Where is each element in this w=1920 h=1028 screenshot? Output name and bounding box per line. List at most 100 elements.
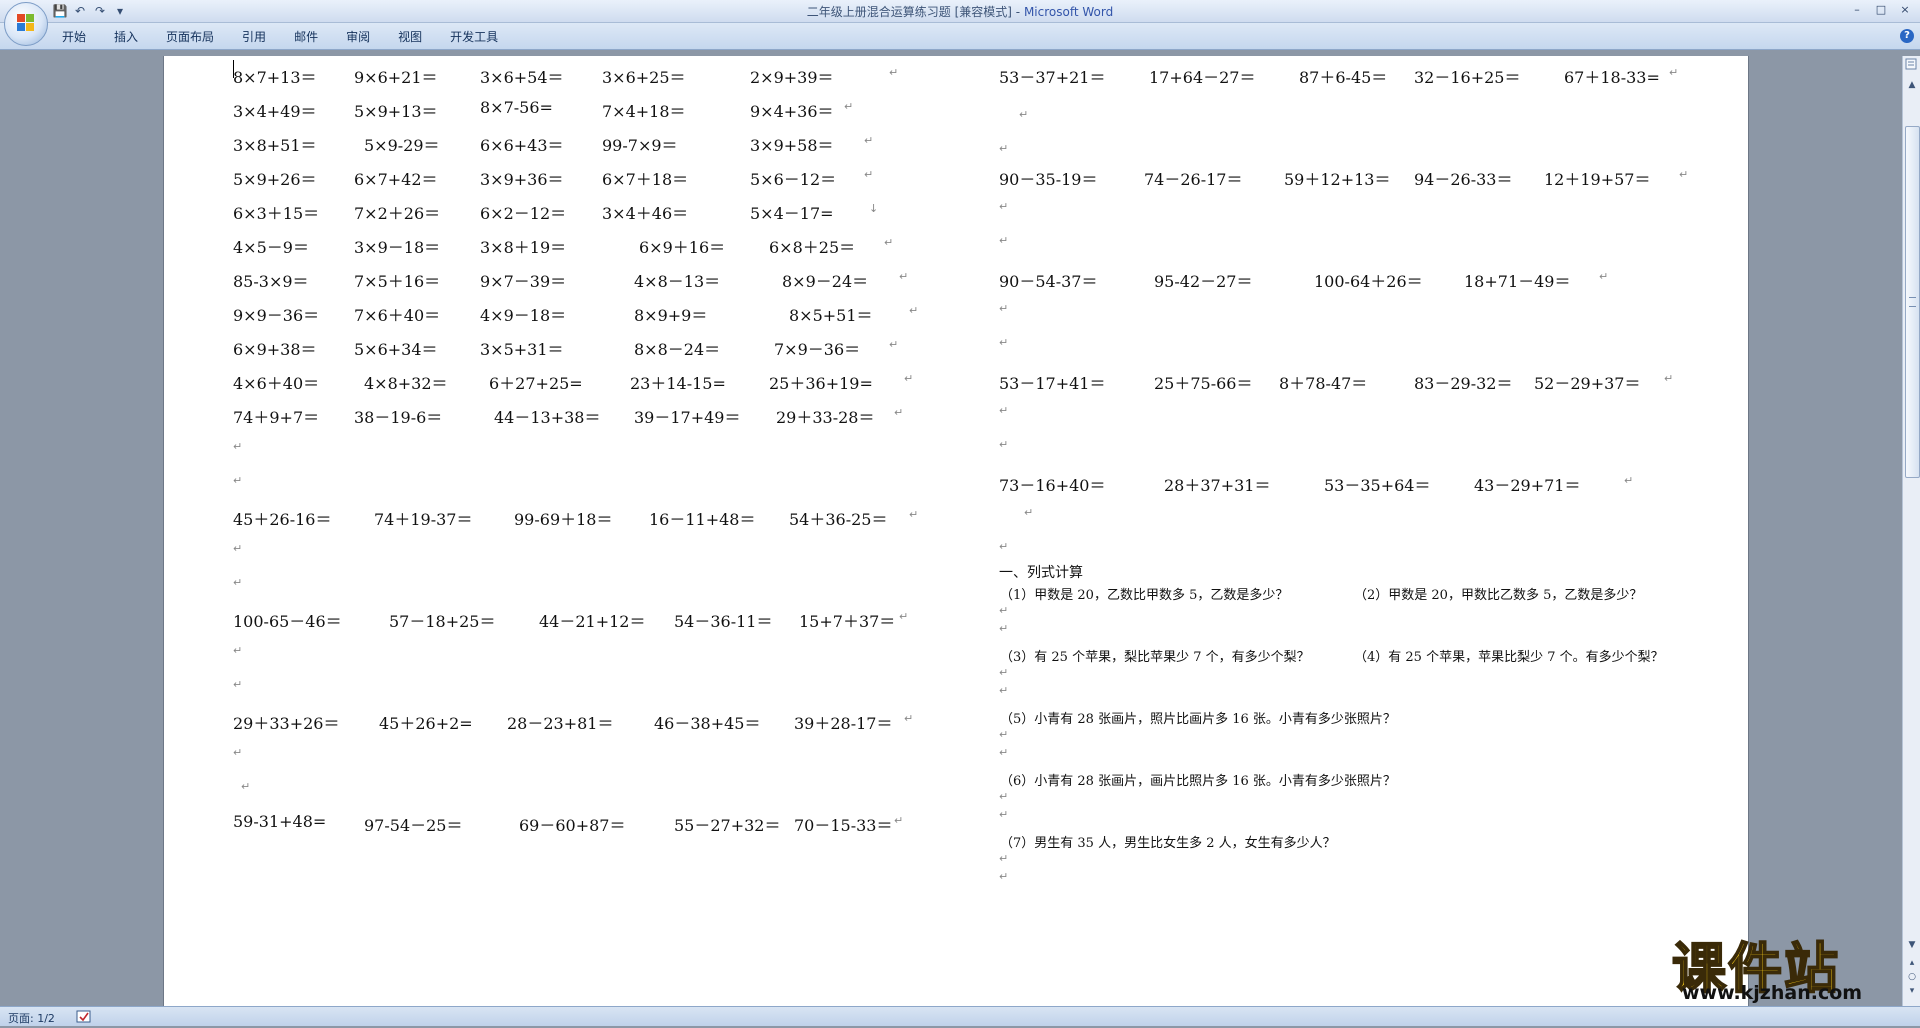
equation-cell: 90－35-19＝ — [999, 170, 1098, 189]
equation-cell: 9×7－39＝ — [480, 272, 567, 291]
equation-cell: 5×6+34＝ — [354, 340, 438, 359]
paragraph-mark: ↵ — [999, 404, 1009, 417]
equation-cell: 74＋9+7＝ — [233, 408, 320, 427]
scrollbar-thumb[interactable] — [1905, 126, 1920, 478]
equation-cell: 9×9－36＝ — [233, 306, 320, 325]
equation-cell: 8×8－24＝ — [634, 340, 721, 359]
ribbon-tab[interactable]: 引用 — [228, 28, 280, 46]
select-browse-object-icon[interactable]: ○ — [1905, 970, 1919, 984]
equation-cell: 6×7＋18＝ — [602, 170, 689, 189]
equation-cell: 6×8＋25＝ — [769, 238, 856, 257]
equation-cell: 69－60+87＝ — [519, 816, 626, 835]
word-problem: （6）小青有 28 张画片，画片比照片多 16 张。小青有多少张照片？ — [1000, 774, 1396, 789]
vertical-scrollbar[interactable]: ▲ ▼ ▴ ○ ▾ — [1902, 56, 1920, 1006]
equation-cell: 70－15-33＝ — [794, 816, 893, 835]
document-title: 二年级上册混合运算练习题 [兼容模式] — [806, 5, 1012, 19]
kjzhan-watermark-logo: 课件站 www.kjzhan.com — [1671, 924, 1904, 1006]
window-controls: – □ × — [1846, 1, 1916, 17]
equation-cell: 54－36-11＝ — [674, 612, 773, 631]
scroll-down-icon[interactable]: ▼ — [1905, 938, 1919, 952]
equation-cell: 23＋14-15= — [630, 374, 726, 393]
equation-cell: 25＋75-66＝ — [1154, 374, 1253, 393]
equation-cell: 99-7×9＝ — [602, 136, 678, 155]
paragraph-mark: ↵ — [233, 542, 243, 555]
equation-cell: 28－23+81＝ — [507, 714, 614, 733]
title-bar: 💾 ↶ ↷ ▾ 二年级上册混合运算练习题 [兼容模式] - Microsoft … — [0, 0, 1920, 23]
previous-page-icon[interactable]: ▴ — [1905, 956, 1919, 970]
equation-cell: 3×8+51＝ — [233, 136, 317, 155]
document-page[interactable]: 8×7+13＝ 9×6+21＝ 3×6+54＝ 3×6+25＝ 2×9+39＝ ↵ 3×4+… — [163, 56, 1749, 1006]
paragraph-mark: ↵ — [999, 852, 1009, 865]
restore-button[interactable]: □ — [1870, 1, 1892, 17]
equation-cell: 3×6+25＝ — [602, 68, 686, 87]
ribbon-tab[interactable]: 插入 — [100, 28, 152, 46]
ruler-toggle-icon[interactable] — [1903, 56, 1919, 70]
equation-cell: 6×6+43＝ — [480, 136, 564, 155]
paragraph-mark: ↵ — [899, 270, 909, 283]
scrollbar-grip-icon — [1909, 297, 1916, 307]
paragraph-mark: ↵ — [1019, 108, 1029, 121]
equation-cell: 5×4－17= — [750, 204, 834, 223]
paragraph-mark: ↵ — [999, 604, 1009, 617]
equation-cell: 5×6－12＝ — [750, 170, 837, 189]
equation-cell: 90－54-37＝ — [999, 272, 1098, 291]
window-title: 二年级上册混合运算练习题 [兼容模式] - Microsoft Word — [0, 3, 1920, 20]
paragraph-mark: ↵ — [999, 728, 1009, 741]
equation-cell: 25＋36+19= — [769, 374, 873, 393]
page-count[interactable]: 页面: 1/2 — [8, 1010, 55, 1026]
equation-cell: 29＋33+26＝ — [233, 714, 340, 733]
paragraph-mark: ↵ — [1679, 168, 1689, 181]
equation-cell: 67＋18-33= — [1564, 68, 1660, 87]
equation-cell: 53－37+21＝ — [999, 68, 1106, 87]
text-cursor — [233, 60, 234, 78]
equation-cell: 7×6＋40＝ — [354, 306, 441, 325]
equation-cell: 44－21+12＝ — [539, 612, 646, 631]
equation-cell: 5×9+13＝ — [354, 102, 438, 121]
office-button[interactable] — [4, 2, 48, 46]
ribbon-tab[interactable]: 页面布局 — [152, 28, 228, 46]
help-icon[interactable]: ? — [1900, 29, 1914, 43]
equation-cell: 8×7-56= — [480, 98, 553, 117]
scroll-up-icon[interactable]: ▲ — [1905, 78, 1919, 92]
equation-cell: 6×9+38＝ — [233, 340, 317, 359]
paragraph-mark: ↵ — [999, 870, 1009, 883]
paragraph-mark: ↵ — [233, 678, 243, 691]
equation-cell: 7×2＋26＝ — [354, 204, 441, 223]
equation-cell: 2×9+39＝ — [750, 68, 834, 87]
close-button[interactable]: × — [1894, 1, 1916, 17]
equation-cell: 95-42－27＝ — [1154, 272, 1253, 291]
equation-cell: 59-31+48= — [233, 812, 327, 831]
word-problem: （4）有 25 个苹果，苹果比梨少 7 个。有多少个梨？ — [1354, 650, 1664, 665]
paragraph-mark: ↵ — [999, 234, 1009, 247]
equation-cell: 7×4+18＝ — [602, 102, 686, 121]
equation-cell: 12＋19+57＝ — [1544, 170, 1651, 189]
paragraph-mark: ↓ — [869, 202, 879, 215]
proofing-icon[interactable] — [76, 1009, 92, 1023]
equation-cell: 8×5+51＝ — [789, 306, 873, 325]
equation-cell: 39－17+49＝ — [634, 408, 741, 427]
equation-cell: 3×9－18＝ — [354, 238, 441, 257]
ribbon-tab[interactable]: 视图 — [384, 28, 436, 46]
paragraph-mark: ↵ — [233, 474, 243, 487]
equation-cell: 99-69＋18＝ — [514, 510, 613, 529]
equation-cell: 6＋27+25= — [489, 374, 583, 393]
next-page-icon[interactable]: ▾ — [1905, 984, 1919, 998]
paragraph-mark: ↵ — [999, 790, 1009, 803]
paragraph-mark: ↵ — [1669, 66, 1679, 79]
paragraph-mark: ↵ — [233, 644, 243, 657]
office-logo-icon — [17, 14, 35, 32]
word-problem: （3）有 25 个苹果，梨比苹果少 7 个，有多少个梨？ — [1000, 650, 1310, 665]
equation-cell: 3×4+49＝ — [233, 102, 317, 121]
equation-cell: 9×6+21＝ — [354, 68, 438, 87]
paragraph-mark: ↵ — [999, 540, 1009, 553]
equation-cell: 38－19-6＝ — [354, 408, 443, 427]
equation-cell: 83－29-32＝ — [1414, 374, 1513, 393]
ribbon-tab[interactable]: 邮件 — [280, 28, 332, 46]
ribbon-tab[interactable]: 开发工具 — [436, 28, 512, 46]
paragraph-mark: ↵ — [999, 438, 1009, 451]
paragraph-mark: ↵ — [999, 684, 1009, 697]
minimize-button[interactable]: – — [1846, 1, 1868, 17]
ribbon-tab[interactable]: 开始 — [48, 28, 100, 46]
ribbon-tab[interactable]: 审阅 — [332, 28, 384, 46]
paragraph-mark: ↵ — [999, 808, 1009, 821]
